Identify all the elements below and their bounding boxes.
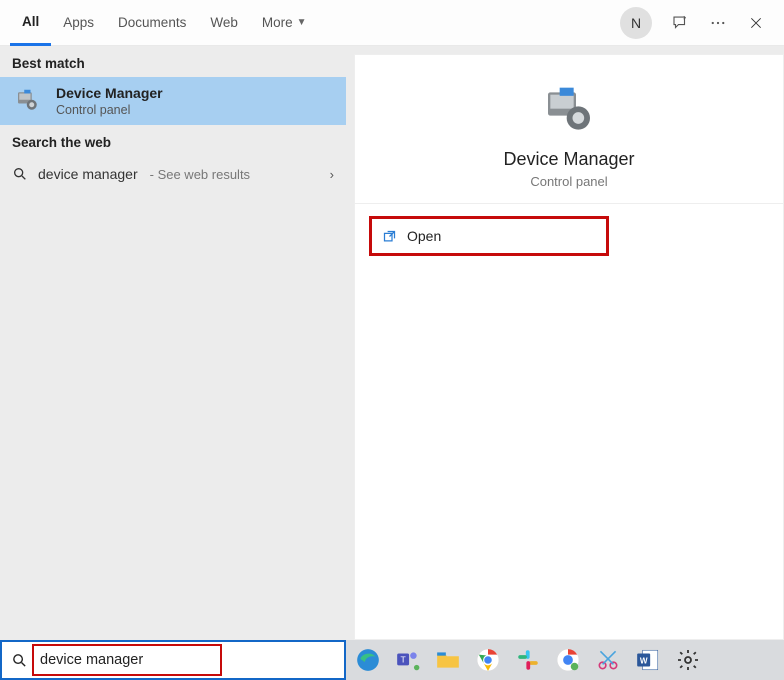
open-icon	[382, 229, 397, 244]
search-box[interactable]	[0, 640, 346, 680]
tab-all[interactable]: All	[10, 0, 51, 46]
device-manager-large-icon	[541, 83, 597, 139]
search-web-header: Search the web	[0, 125, 346, 156]
taskbar-slack-icon[interactable]	[512, 644, 544, 676]
results-pane: Best match Device Manager Control panel …	[0, 46, 346, 640]
taskbar-file-explorer-icon[interactable]	[432, 644, 464, 676]
taskbar-teams-icon[interactable]: T	[392, 644, 424, 676]
chevron-down-icon: ▼	[297, 17, 307, 28]
tab-web[interactable]: Web	[198, 0, 250, 46]
more-options-icon[interactable]	[708, 13, 728, 33]
taskbar-settings-icon[interactable]	[672, 644, 704, 676]
svg-text:T: T	[400, 655, 406, 665]
tab-more-label: More	[262, 15, 293, 30]
detail-pane: Device Manager Control panel Open	[354, 54, 784, 640]
taskbar-word-icon[interactable]: W	[632, 644, 664, 676]
tab-more[interactable]: More ▼	[250, 0, 319, 46]
open-label: Open	[407, 228, 441, 244]
result-device-manager[interactable]: Device Manager Control panel	[0, 77, 346, 125]
tab-documents[interactable]: Documents	[106, 0, 198, 46]
avatar[interactable]: N	[620, 7, 652, 39]
taskbar: T W	[0, 640, 784, 680]
search-input[interactable]	[36, 643, 231, 677]
device-manager-icon	[12, 85, 44, 117]
close-icon[interactable]	[746, 13, 766, 33]
tab-apps[interactable]: Apps	[51, 0, 106, 46]
svg-text:W: W	[640, 656, 648, 665]
result-title: Device Manager	[56, 85, 163, 101]
detail-subtitle: Control panel	[365, 174, 773, 189]
web-result-hint: - See web results	[150, 167, 250, 182]
web-result-query: device manager	[38, 166, 138, 182]
search-icon	[12, 166, 28, 182]
detail-title: Device Manager	[365, 149, 773, 170]
chevron-right-icon: ›	[330, 167, 334, 182]
best-match-header: Best match	[0, 46, 346, 77]
taskbar-chrome-canary-icon[interactable]	[552, 644, 584, 676]
search-result-tabs: All Apps Documents Web More ▼ N	[0, 0, 784, 46]
taskbar-chrome-icon[interactable]	[472, 644, 504, 676]
result-subtitle: Control panel	[56, 103, 163, 117]
taskbar-snip-icon[interactable]	[592, 644, 624, 676]
open-button[interactable]: Open	[369, 216, 609, 256]
search-icon	[2, 652, 36, 669]
feedback-icon[interactable]	[670, 13, 690, 33]
taskbar-edge-icon[interactable]	[352, 644, 384, 676]
web-result-row[interactable]: device manager - See web results ›	[0, 156, 346, 192]
